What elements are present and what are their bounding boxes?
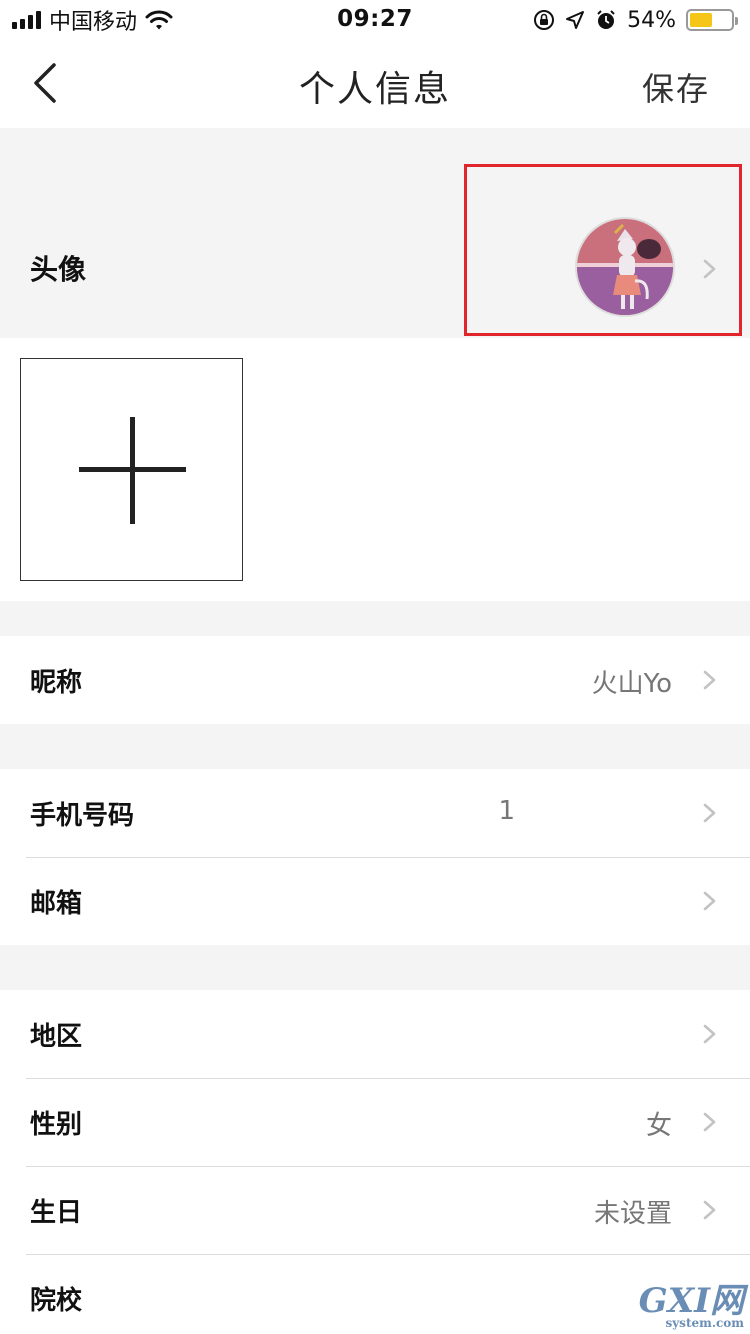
contact-section: 手机号码 1 邮箱: [0, 769, 750, 945]
row-label: 昵称: [30, 668, 83, 698]
rotation-lock-icon: [533, 9, 555, 31]
watermark-main: GXI网: [638, 1281, 744, 1321]
row-value: 未设置: [593, 1199, 672, 1229]
alarm-icon: [595, 9, 617, 31]
nav-bar: 个人信息 保存: [0, 40, 750, 128]
list-item-gender[interactable]: 性别 女: [0, 1078, 750, 1166]
avatar[interactable]: [575, 217, 675, 317]
battery-percent: 54%: [627, 7, 676, 33]
row-label: 性别: [30, 1110, 83, 1140]
row-label: 手机号码: [30, 801, 135, 831]
row-label: 院校: [30, 1286, 83, 1316]
save-button[interactable]: 保存: [642, 64, 710, 110]
chevron-right-icon: [703, 1200, 716, 1220]
list-item-phone[interactable]: 手机号码 1: [0, 769, 750, 857]
chevron-right-icon: [703, 1112, 716, 1132]
row-value: 火山Yo: [591, 669, 672, 699]
status-bar: 中国移动 09:27 54%: [0, 0, 750, 40]
row-label: 邮箱: [30, 889, 83, 919]
avatar-row[interactable]: 头像: [0, 128, 750, 338]
list-item-nickname[interactable]: 昵称 火山Yo: [0, 636, 750, 724]
chevron-right-icon: [703, 670, 716, 690]
row-value: 1: [498, 796, 515, 826]
row-label: 生日: [30, 1198, 83, 1228]
photo-area: [0, 338, 750, 601]
chevron-right-icon: [703, 1024, 716, 1044]
chevron-right-icon: [703, 891, 716, 911]
battery-icon: [686, 9, 738, 31]
page-title: 个人信息: [298, 69, 451, 110]
list-item-email[interactable]: 邮箱: [0, 857, 750, 945]
profile-section: 地区 性别 女 生日 未设置 院校: [0, 990, 750, 1334]
status-right: 54%: [533, 6, 738, 34]
chevron-right-icon: [703, 259, 716, 279]
list-item-region[interactable]: 地区: [0, 990, 750, 1078]
chevron-right-icon: [703, 803, 716, 823]
add-photo-button[interactable]: [20, 358, 243, 581]
list-item-school[interactable]: 院校: [0, 1254, 750, 1334]
nickname-section: 昵称 火山Yo: [0, 636, 750, 724]
watermark-logo: GXI网 system.com: [639, 1273, 744, 1330]
battery-fill: [690, 13, 712, 27]
row-value: 女: [645, 1111, 672, 1141]
row-label: 地区: [30, 1022, 83, 1052]
avatar-label: 头像: [30, 253, 87, 286]
location-icon: [565, 10, 585, 30]
list-item-birthday[interactable]: 生日 未设置: [0, 1166, 750, 1254]
